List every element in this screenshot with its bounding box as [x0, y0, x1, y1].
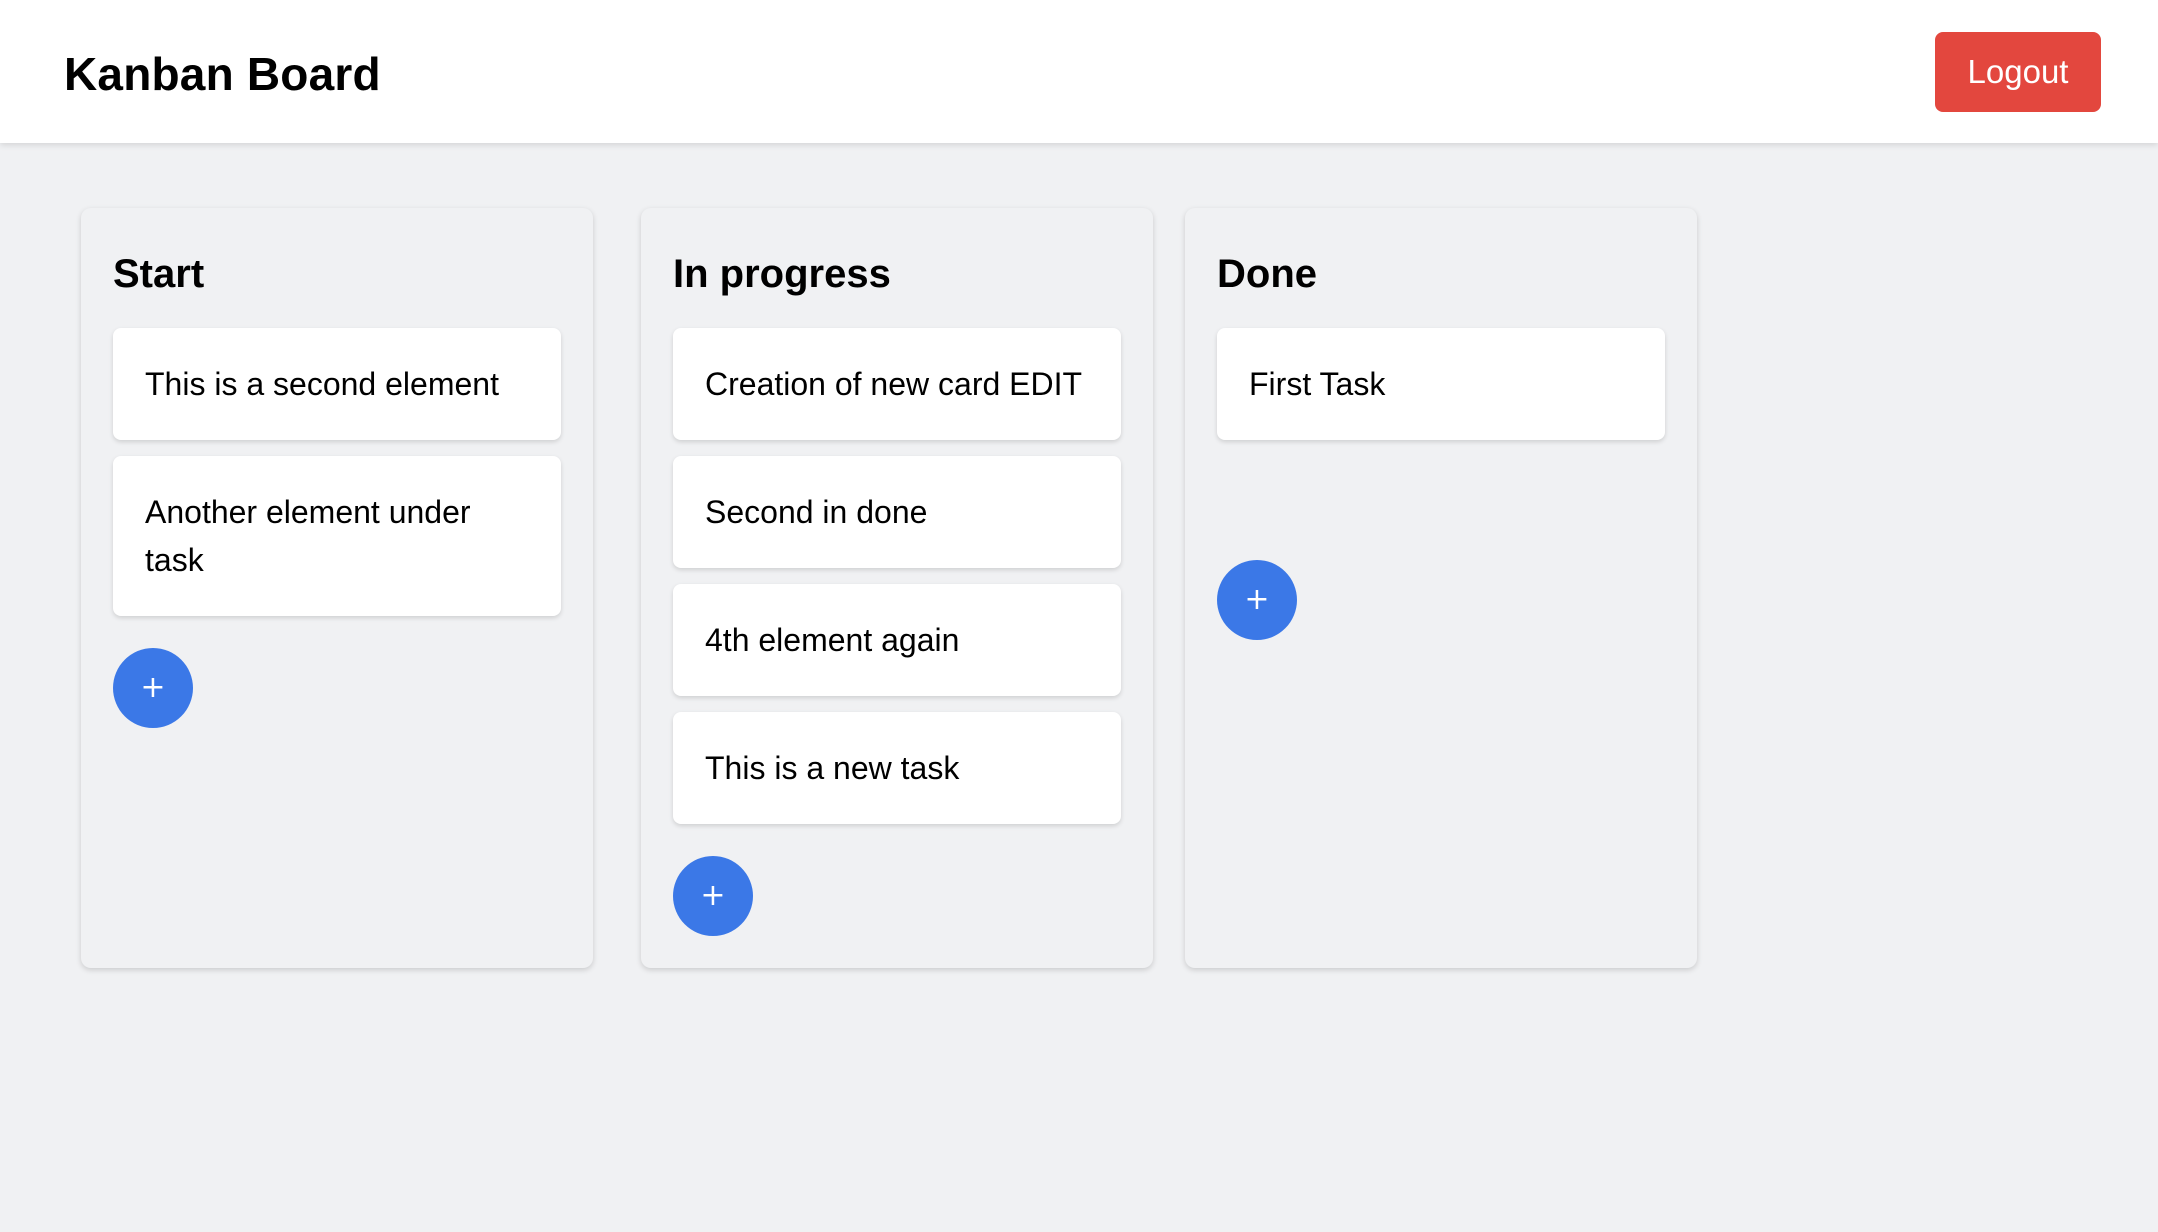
- top-bar: Kanban Board Logout: [0, 0, 2158, 143]
- page-title: Kanban Board: [64, 48, 381, 100]
- add-card-button[interactable]: +: [113, 648, 193, 728]
- column-title: Done: [1217, 252, 1317, 296]
- column-title: In progress: [673, 252, 891, 296]
- column-start: Start This is a second element Another e…: [81, 208, 593, 968]
- task-card-label: Another element under task: [145, 494, 471, 578]
- task-card-label: Second in done: [705, 494, 928, 530]
- task-card-label: This is a new task: [705, 750, 960, 786]
- task-card[interactable]: This is a new task: [673, 712, 1121, 824]
- column-in-progress: In progress Creation of new card EDIT Se…: [641, 208, 1153, 968]
- task-card-label: 4th element again: [705, 622, 960, 658]
- column-done: Done First Task +: [1185, 208, 1697, 968]
- task-card[interactable]: First Task: [1217, 328, 1665, 440]
- logout-button[interactable]: Logout: [1935, 32, 2101, 112]
- task-card[interactable]: This is a second element: [113, 328, 561, 440]
- task-card[interactable]: Creation of new card EDIT: [673, 328, 1121, 440]
- task-card-label: First Task: [1249, 366, 1386, 402]
- task-card[interactable]: Another element under task: [113, 456, 561, 616]
- task-card[interactable]: 4th element again: [673, 584, 1121, 696]
- column-title: Start: [113, 252, 205, 296]
- add-card-button[interactable]: +: [673, 856, 753, 936]
- add-card-button[interactable]: +: [1217, 560, 1297, 640]
- task-card-label: This is a second element: [145, 366, 499, 402]
- task-card-label: Creation of new card EDIT: [705, 366, 1083, 402]
- task-card[interactable]: Second in done: [673, 456, 1121, 568]
